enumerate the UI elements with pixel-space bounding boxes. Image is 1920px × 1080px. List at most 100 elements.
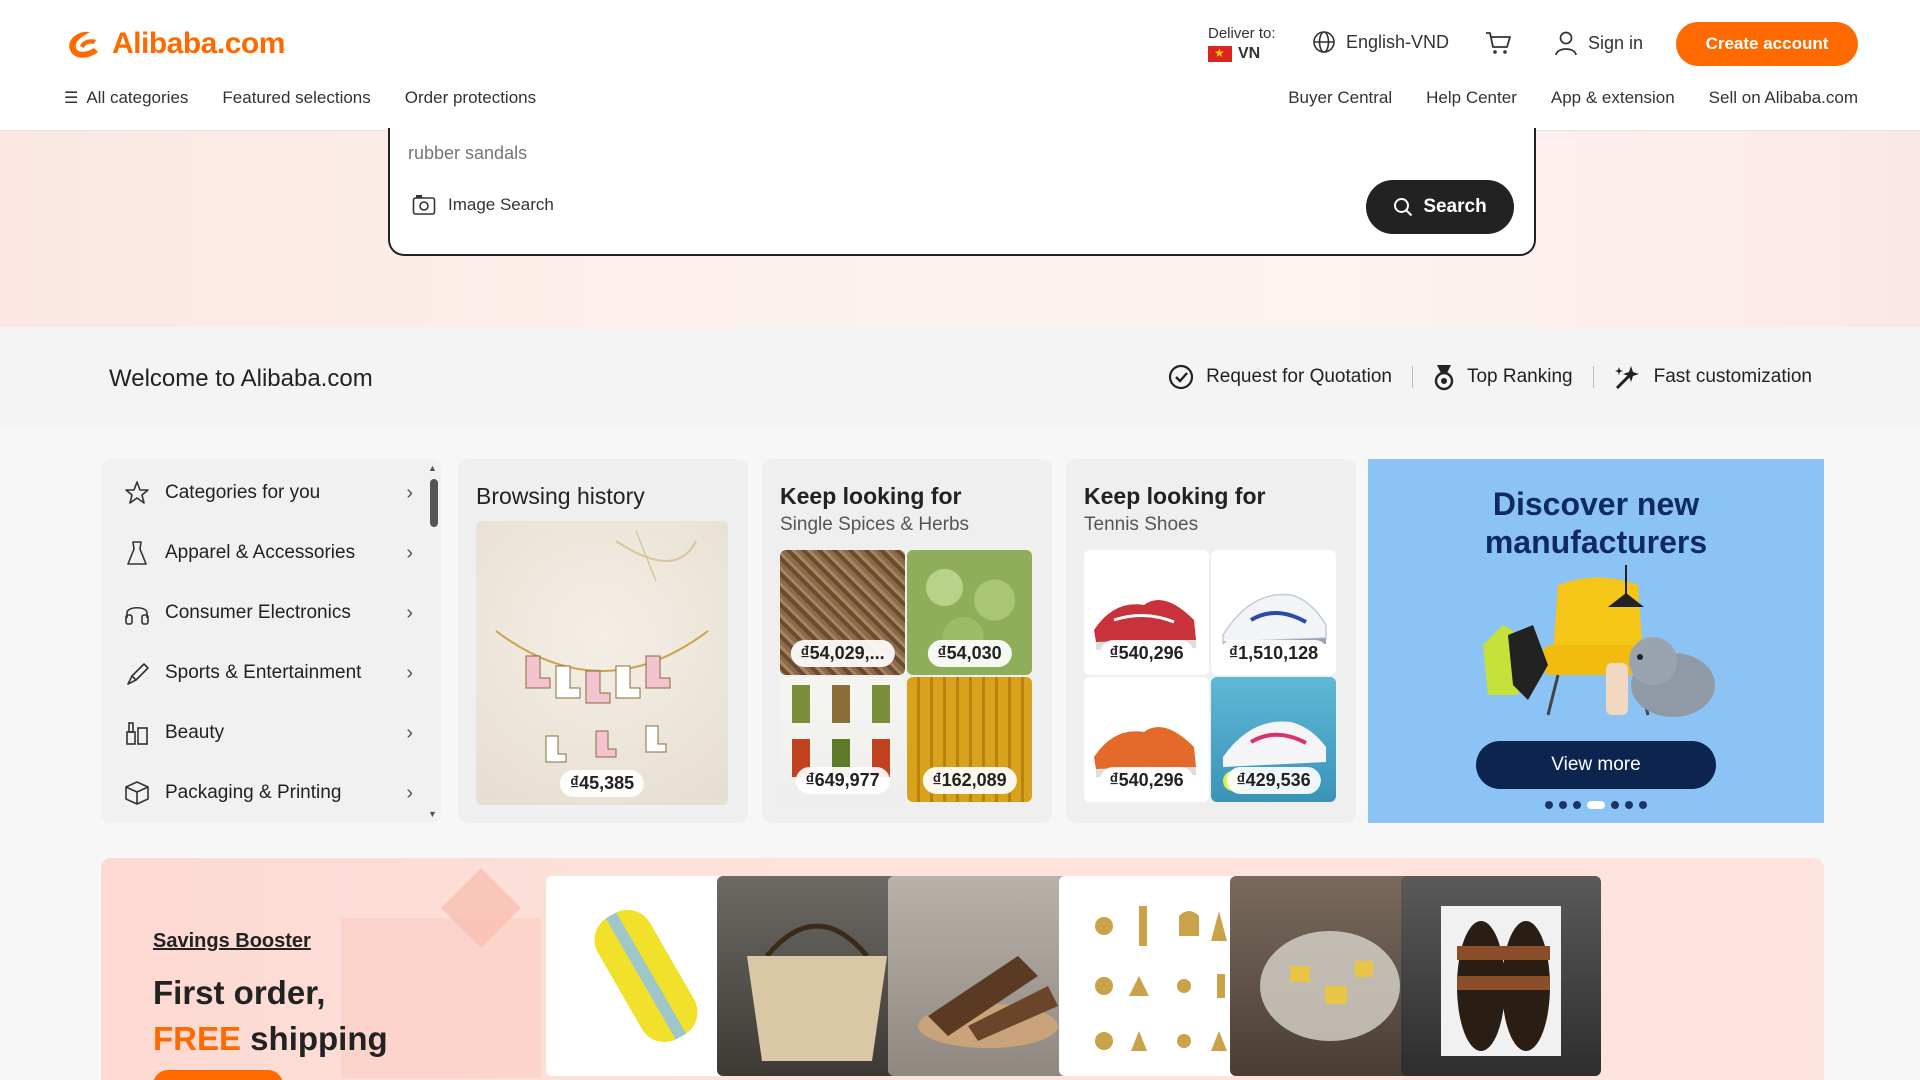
camera-icon [412,195,436,215]
carousel-dot[interactable] [1573,801,1581,809]
category-label: Beauty [165,722,225,743]
scroll-up-arrow-icon[interactable]: ▲ [428,463,437,473]
category-scrollbar[interactable] [430,479,438,527]
sports-icon [123,659,151,687]
category-label: Apparel & Accessories [165,542,356,563]
card-title: Keep looking for [780,483,962,509]
keep-looking-shoes-card[interactable]: Keep looking for Tennis Shoes ₫540,296 ₫… [1066,459,1356,823]
carousel-dot[interactable] [1545,801,1553,809]
nav-order-protections[interactable]: Order protections [405,88,536,108]
card-subtitle: Single Spices & Herbs [780,514,970,535]
view-more-button[interactable]: View more [1476,741,1716,789]
product-image[interactable]: ₫429,536 [1211,677,1336,802]
header: Alibaba.com Deliver to: VN English-VND S… [0,0,1920,131]
fast-customization-link[interactable]: Fast customization [1594,363,1832,391]
category-item[interactable]: Sports & Entertainment › [123,653,413,693]
request-quotation-link[interactable]: Request for Quotation [1148,364,1412,390]
carousel-dot[interactable] [1625,801,1633,809]
vietnam-flag-icon [1208,45,1232,62]
product-image[interactable] [1230,876,1430,1076]
product-image[interactable] [717,876,917,1076]
card-title: Browsing history [476,483,645,509]
cart-button[interactable] [1484,30,1512,61]
product-image[interactable]: ₫54,029,... [780,550,905,675]
welcome-strip: Welcome to Alibaba.com Request for Quota… [0,327,1920,427]
top-ranking-label: Top Ranking [1466,366,1573,387]
slide-sandals-image [1441,906,1561,1056]
image-search-label: Image Search [448,195,554,214]
sign-in-label: Sign in [1588,32,1644,53]
card-subtitle: Tennis Shoes [1084,514,1199,535]
nav-help-center[interactable]: Help Center [1426,88,1517,108]
deliver-to[interactable]: Deliver to: VN [1208,24,1276,64]
carousel-dot-active[interactable] [1587,801,1605,809]
product-image[interactable] [546,876,746,1076]
shipping-label: shipping [241,1020,388,1057]
handbag-image [747,923,887,1061]
product-image[interactable]: ₫54,030 [907,550,1032,675]
price-tag: ₫540,296 [1099,767,1194,794]
product-image[interactable]: ₫540,296 [1084,677,1209,802]
savings-title: First order, FREE shipping [153,970,388,1062]
category-label: Consumer Electronics [165,602,351,623]
box-icon [123,779,151,807]
language-selector[interactable]: English-VND [1312,30,1449,54]
savings-cta-button[interactable] [153,1070,283,1080]
sign-in-link[interactable]: Sign in [1554,30,1643,56]
price-tag: ₫1,510,128 [1218,640,1329,667]
deliver-country: VN [1208,44,1276,64]
carousel-dot[interactable] [1611,801,1619,809]
chevron-right-icon: › [406,781,413,804]
product-image[interactable]: ₫162,089 [907,677,1032,802]
category-item[interactable]: Packaging & Printing › [123,773,413,813]
search-input[interactable] [408,138,1308,168]
category-item[interactable]: Apparel & Accessories › [123,533,413,573]
quotation-icon [1168,364,1194,390]
image-search-button[interactable]: Image Search [412,194,554,216]
headphones-icon [123,599,151,627]
deliver-country-code: VN [1238,45,1261,62]
alibaba-logo[interactable]: Alibaba.com [64,26,285,62]
carousel-dots-row [1368,801,1824,809]
browsing-history-card[interactable]: Browsing history ₫45,385 [458,459,748,823]
price-tag: ₫649,977 [795,767,890,794]
product-image[interactable] [888,876,1088,1076]
savings-booster-label[interactable]: Savings Booster [153,930,311,953]
deliver-label: Deliver to: [1208,25,1276,42]
medal-icon [1434,365,1454,391]
carousel-dot[interactable] [1639,801,1647,809]
discover-manufacturers-banner[interactable]: Discover new manufacturers View more [1368,459,1824,823]
keep-looking-spices-card[interactable]: Keep looking for Single Spices & Herbs ₫… [762,459,1052,823]
product-image[interactable]: ₫540,296 [1084,550,1209,675]
promo-title-line2: manufacturers [1484,524,1708,560]
category-label: Categories for you [165,482,321,503]
search-button-label: Search [1423,196,1487,217]
globe-icon [1313,31,1335,53]
top-ranking-link[interactable]: Top Ranking [1413,363,1593,391]
nav-all-categories[interactable]: ☰ All categories [64,88,188,108]
product-image[interactable]: ₫1,510,128 [1211,550,1336,675]
chevron-right-icon: › [406,661,413,684]
promo-illustration [1483,565,1715,717]
product-image[interactable]: ₫45,385 [476,521,728,805]
scroll-down-arrow-icon[interactable]: ▼ [428,809,437,819]
product-image[interactable]: ₫649,977 [780,677,905,802]
price-tag: ₫45,385 [559,770,645,797]
category-item[interactable]: Beauty › [123,713,413,753]
nav-featured-selections[interactable]: Featured selections [222,88,370,108]
search-button[interactable]: Search [1366,180,1514,234]
nav-sell-on-alibaba[interactable]: Sell on Alibaba.com [1709,88,1858,108]
category-item[interactable]: Consumer Electronics › [123,593,413,633]
price-tag: ₫54,029,... [790,640,895,667]
carousel-dot[interactable] [1559,801,1567,809]
product-image[interactable] [1401,876,1601,1076]
main-content: Categories for you › Apparel & Accessori… [0,427,1920,1080]
category-item[interactable]: Categories for you › [123,473,413,513]
product-image[interactable] [1059,876,1259,1076]
logo-text: Alibaba.com [112,27,285,60]
nav-app-extension[interactable]: App & extension [1551,88,1675,108]
create-account-button[interactable]: Create account [1676,22,1858,66]
nav-buyer-central[interactable]: Buyer Central [1288,88,1392,108]
user-icon [1555,31,1577,56]
customization-icon [1614,366,1639,390]
